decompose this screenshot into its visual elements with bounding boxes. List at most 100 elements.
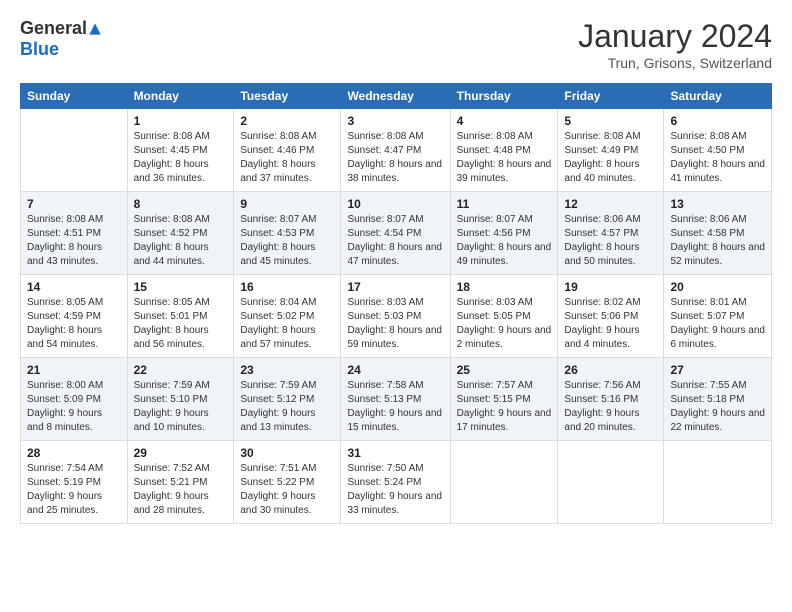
calendar-cell: 28 Sunrise: 7:54 AMSunset: 5:19 PMDayligh… bbox=[21, 441, 128, 524]
day-number: 1 bbox=[134, 114, 228, 128]
day-number: 30 bbox=[240, 446, 334, 460]
day-number: 8 bbox=[134, 197, 228, 211]
day-info: Sunrise: 8:03 AMSunset: 5:05 PMDaylight:… bbox=[457, 296, 552, 352]
day-number: 24 bbox=[347, 363, 443, 377]
day-info: Sunrise: 7:57 AMSunset: 5:15 PMDaylight:… bbox=[457, 379, 552, 435]
calendar-cell: 14 Sunrise: 8:05 AMSunset: 4:59 PMDayligh… bbox=[21, 275, 128, 358]
calendar-cell: 8 Sunrise: 8:08 AMSunset: 4:52 PMDaylight… bbox=[127, 192, 234, 275]
day-number: 28 bbox=[27, 446, 121, 460]
day-info: Sunrise: 8:08 AMSunset: 4:52 PMDaylight:… bbox=[134, 213, 228, 269]
calendar-week-row: 1 Sunrise: 8:08 AMSunset: 4:45 PMDaylight… bbox=[21, 109, 772, 192]
day-info: Sunrise: 8:08 AMSunset: 4:48 PMDaylight:… bbox=[457, 130, 552, 186]
day-number: 9 bbox=[240, 197, 334, 211]
calendar-cell: 26 Sunrise: 7:56 AMSunset: 5:16 PMDayligh… bbox=[558, 358, 664, 441]
day-number: 4 bbox=[457, 114, 552, 128]
calendar-week-row: 14 Sunrise: 8:05 AMSunset: 4:59 PMDayligh… bbox=[21, 275, 772, 358]
day-info: Sunrise: 8:08 AMSunset: 4:49 PMDaylight:… bbox=[564, 130, 657, 186]
day-header-friday: Friday bbox=[558, 84, 664, 109]
day-number: 25 bbox=[457, 363, 552, 377]
day-info: Sunrise: 8:08 AMSunset: 4:51 PMDaylight:… bbox=[27, 213, 121, 269]
calendar-week-row: 7 Sunrise: 8:08 AMSunset: 4:51 PMDaylight… bbox=[21, 192, 772, 275]
day-header-thursday: Thursday bbox=[450, 84, 558, 109]
day-number: 19 bbox=[564, 280, 657, 294]
calendar-cell: 25 Sunrise: 7:57 AMSunset: 5:15 PMDayligh… bbox=[450, 358, 558, 441]
day-info: Sunrise: 8:05 AMSunset: 5:01 PMDaylight:… bbox=[134, 296, 228, 352]
calendar-cell bbox=[21, 109, 128, 192]
day-info: Sunrise: 7:51 AMSunset: 5:22 PMDaylight:… bbox=[240, 462, 334, 518]
day-number: 5 bbox=[564, 114, 657, 128]
day-number: 2 bbox=[240, 114, 334, 128]
calendar-cell: 20 Sunrise: 8:01 AMSunset: 5:07 PMDayligh… bbox=[664, 275, 772, 358]
calendar-cell: 27 Sunrise: 7:55 AMSunset: 5:18 PMDayligh… bbox=[664, 358, 772, 441]
day-info: Sunrise: 8:08 AMSunset: 4:50 PMDaylight:… bbox=[670, 130, 765, 186]
day-info: Sunrise: 7:56 AMSunset: 5:16 PMDaylight:… bbox=[564, 379, 657, 435]
day-number: 3 bbox=[347, 114, 443, 128]
calendar-header-row: SundayMondayTuesdayWednesdayThursdayFrid… bbox=[21, 84, 772, 109]
calendar-cell: 9 Sunrise: 8:07 AMSunset: 4:53 PMDaylight… bbox=[234, 192, 341, 275]
day-info: Sunrise: 8:07 AMSunset: 4:54 PMDaylight:… bbox=[347, 213, 443, 269]
calendar-week-row: 28 Sunrise: 7:54 AMSunset: 5:19 PMDayligh… bbox=[21, 441, 772, 524]
day-number: 27 bbox=[670, 363, 765, 377]
day-info: Sunrise: 8:07 AMSunset: 4:53 PMDaylight:… bbox=[240, 213, 334, 269]
day-number: 29 bbox=[134, 446, 228, 460]
calendar-cell bbox=[664, 441, 772, 524]
calendar-cell: 24 Sunrise: 7:58 AMSunset: 5:13 PMDayligh… bbox=[341, 358, 450, 441]
calendar-cell: 13Sunrise: 8:06 AMSunset: 4:58 PMDayligh… bbox=[664, 192, 772, 275]
day-number: 11 bbox=[457, 197, 552, 211]
calendar-cell: 1 Sunrise: 8:08 AMSunset: 4:45 PMDaylight… bbox=[127, 109, 234, 192]
logo-icon bbox=[88, 22, 102, 36]
calendar-cell: 16 Sunrise: 8:04 AMSunset: 5:02 PMDayligh… bbox=[234, 275, 341, 358]
day-number: 10 bbox=[347, 197, 443, 211]
calendar-cell: 11 Sunrise: 8:07 AMSunset: 4:56 PMDayligh… bbox=[450, 192, 558, 275]
day-number: 23 bbox=[240, 363, 334, 377]
calendar-cell: 31Sunrise: 7:50 AMSunset: 5:24 PMDayligh… bbox=[341, 441, 450, 524]
calendar-cell: 4 Sunrise: 8:08 AMSunset: 4:48 PMDaylight… bbox=[450, 109, 558, 192]
day-number: 21 bbox=[27, 363, 121, 377]
day-header-wednesday: Wednesday bbox=[341, 84, 450, 109]
calendar-cell: 22 Sunrise: 7:59 AMSunset: 5:10 PMDayligh… bbox=[127, 358, 234, 441]
day-number: 26 bbox=[564, 363, 657, 377]
calendar-cell: 30 Sunrise: 7:51 AMSunset: 5:22 PMDayligh… bbox=[234, 441, 341, 524]
calendar-cell bbox=[450, 441, 558, 524]
day-number: 14 bbox=[27, 280, 121, 294]
day-info: Sunrise: 7:58 AMSunset: 5:13 PMDaylight:… bbox=[347, 379, 443, 435]
day-header-monday: Monday bbox=[127, 84, 234, 109]
calendar-cell: 18 Sunrise: 8:03 AMSunset: 5:05 PMDayligh… bbox=[450, 275, 558, 358]
day-info: Sunrise: 7:59 AMSunset: 5:12 PMDaylight:… bbox=[240, 379, 334, 435]
day-number: 6 bbox=[670, 114, 765, 128]
day-info: Sunrise: 8:06 AMSunset: 4:58 PMDaylight:… bbox=[670, 213, 765, 269]
day-info: Sunrise: 8:04 AMSunset: 5:02 PMDaylight:… bbox=[240, 296, 334, 352]
day-header-sunday: Sunday bbox=[21, 84, 128, 109]
day-info: Sunrise: 8:05 AMSunset: 4:59 PMDaylight:… bbox=[27, 296, 121, 352]
day-info: Sunrise: 8:08 AMSunset: 4:45 PMDaylight:… bbox=[134, 130, 228, 186]
day-info: Sunrise: 8:01 AMSunset: 5:07 PMDaylight:… bbox=[670, 296, 765, 352]
day-info: Sunrise: 8:03 AMSunset: 5:03 PMDaylight:… bbox=[347, 296, 443, 352]
day-number: 16 bbox=[240, 280, 334, 294]
day-number: 15 bbox=[134, 280, 228, 294]
day-info: Sunrise: 8:07 AMSunset: 4:56 PMDaylight:… bbox=[457, 213, 552, 269]
calendar-cell: 15 Sunrise: 8:05 AMSunset: 5:01 PMDayligh… bbox=[127, 275, 234, 358]
calendar-cell: 10 Sunrise: 8:07 AMSunset: 4:54 PMDayligh… bbox=[341, 192, 450, 275]
day-header-saturday: Saturday bbox=[664, 84, 772, 109]
day-number: 20 bbox=[670, 280, 765, 294]
day-number: 18 bbox=[457, 280, 552, 294]
calendar-cell: 12Sunrise: 8:06 AMSunset: 4:57 PMDayligh… bbox=[558, 192, 664, 275]
day-info: Sunrise: 8:08 AMSunset: 4:46 PMDaylight:… bbox=[240, 130, 334, 186]
day-info: Sunrise: 7:55 AMSunset: 5:18 PMDaylight:… bbox=[670, 379, 765, 435]
day-info: Sunrise: 7:59 AMSunset: 5:10 PMDaylight:… bbox=[134, 379, 228, 435]
logo-general-text: General bbox=[20, 18, 87, 39]
day-info: Sunrise: 8:02 AMSunset: 5:06 PMDaylight:… bbox=[564, 296, 657, 352]
calendar-cell: 29Sunrise: 7:52 AMSunset: 5:21 PMDayligh… bbox=[127, 441, 234, 524]
calendar-week-row: 21Sunrise: 8:00 AMSunset: 5:09 PMDayligh… bbox=[21, 358, 772, 441]
header: General Blue January 2024 Trun, Grisons,… bbox=[20, 18, 772, 71]
title-block: January 2024 Trun, Grisons, Switzerland bbox=[578, 18, 772, 71]
calendar-cell: 17Sunrise: 8:03 AMSunset: 5:03 PMDayligh… bbox=[341, 275, 450, 358]
day-info: Sunrise: 7:54 AMSunset: 5:19 PMDaylight:… bbox=[27, 462, 121, 518]
day-number: 7 bbox=[27, 197, 121, 211]
day-number: 22 bbox=[134, 363, 228, 377]
calendar-cell: 2 Sunrise: 8:08 AMSunset: 4:46 PMDaylight… bbox=[234, 109, 341, 192]
calendar-cell: 19 Sunrise: 8:02 AMSunset: 5:06 PMDayligh… bbox=[558, 275, 664, 358]
calendar-table: SundayMondayTuesdayWednesdayThursdayFrid… bbox=[20, 83, 772, 524]
day-header-tuesday: Tuesday bbox=[234, 84, 341, 109]
day-info: Sunrise: 7:50 AMSunset: 5:24 PMDaylight:… bbox=[347, 462, 443, 518]
